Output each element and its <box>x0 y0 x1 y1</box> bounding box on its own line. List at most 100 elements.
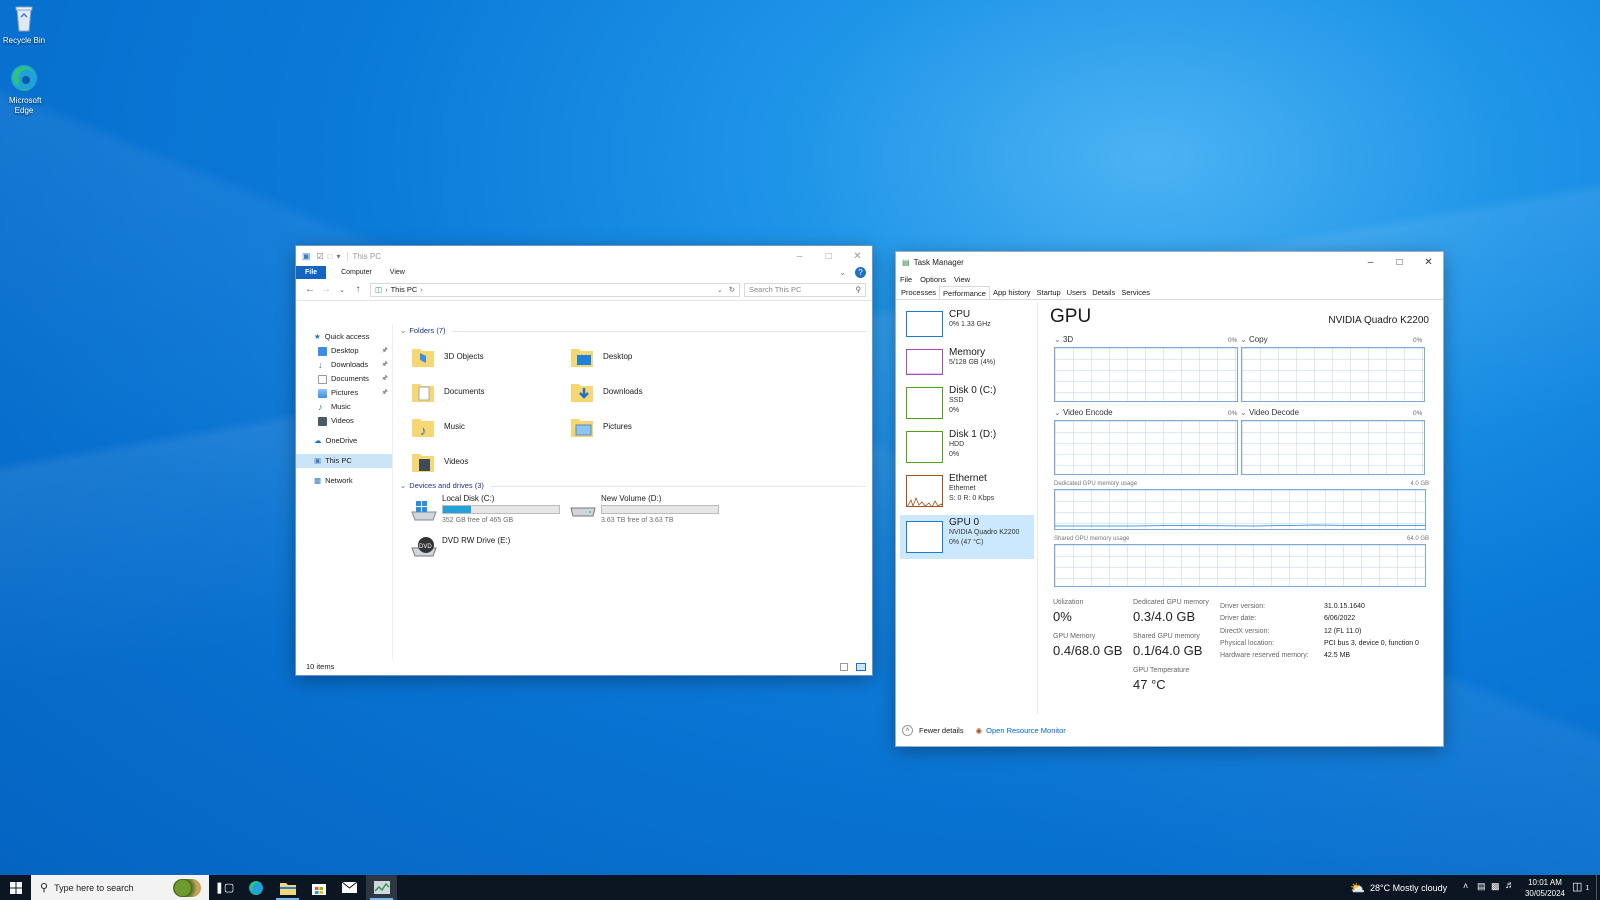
engine-copy-label[interactable]: ⌄ Copy <box>1240 335 1268 344</box>
engine-3d-label[interactable]: ⌄ 3D <box>1054 335 1073 344</box>
nav-downloads-label: Downloads <box>331 360 369 369</box>
nav-pictures[interactable]: Pictures 🖈 <box>296 386 392 400</box>
tab-processes[interactable]: Processes <box>898 286 939 299</box>
cloud-icon: ☁ <box>314 436 322 445</box>
ribbon-tab-view[interactable]: View <box>381 266 414 279</box>
nav-downloads[interactable]: ↓ Downloads 🖈 <box>296 358 392 372</box>
nav-this-pc[interactable]: ▣ This PC <box>296 454 392 468</box>
qat-newfolder-icon[interactable]: □ <box>328 252 333 261</box>
taskbar-search-placeholder: Type here to search <box>54 882 134 893</box>
breadcrumb[interactable]: This PC <box>391 285 418 294</box>
menu-file[interactable]: File <box>900 275 912 284</box>
drive-item-d[interactable]: New Volume (D:) 3.63 TB free of 3.63 TB <box>569 494 729 528</box>
menu-view[interactable]: View <box>954 275 970 284</box>
perf-item-gpu0[interactable]: GPU 0 NVIDIA Quadro K2200 0% (47 °C) <box>900 515 1034 559</box>
nav-desktop[interactable]: Desktop 🖈 <box>296 344 392 358</box>
perf-item-disk0[interactable]: Disk 0 (C:) SSD 0% <box>900 383 1034 424</box>
nav-documents[interactable]: Documents 🖈 <box>296 372 392 386</box>
tab-users[interactable]: Users <box>1064 286 1090 299</box>
folder-item[interactable]: Desktop <box>569 340 719 372</box>
volume-icon[interactable]: ♬ <box>1505 880 1515 891</box>
chevron-up-icon[interactable]: ˄ <box>1463 881 1468 891</box>
search-input[interactable]: Search This PC ⚲ <box>744 282 866 297</box>
folder-item[interactable]: 3D Objects <box>410 340 560 372</box>
taskbar-store[interactable] <box>303 875 334 900</box>
tab-details[interactable]: Details <box>1089 286 1118 299</box>
task-view-button[interactable]: ❚▢ <box>209 875 240 900</box>
open-resource-monitor-link[interactable]: Open Resource Monitor <box>986 726 1066 735</box>
folders-group-header[interactable]: ⌄ Folders (7) <box>400 324 866 338</box>
close-button[interactable]: ✕ <box>1414 257 1443 268</box>
taskbar-task-manager[interactable] <box>366 875 397 900</box>
details-view-icon[interactable] <box>840 663 848 671</box>
maximize-button[interactable]: □ <box>814 251 843 262</box>
perf-item-disk1[interactable]: Disk 1 (D:) HDD 0% <box>900 427 1034 468</box>
fewer-details-link[interactable]: Fewer details <box>919 726 964 735</box>
folder-item[interactable]: Videos <box>410 445 560 477</box>
clock[interactable]: 10:01 AM 30/05/2024 <box>1520 877 1570 899</box>
tab-startup[interactable]: Startup <box>1033 286 1063 299</box>
folder-item[interactable]: ♪ Music <box>410 410 560 442</box>
desktop-icon-edge[interactable]: Microsoft Edge <box>0 63 48 116</box>
address-bar[interactable]: ◫ › This PC › ⌄ ↻ <box>370 282 740 297</box>
help-icon[interactable]: ? <box>855 267 866 278</box>
perf-item-memory[interactable]: Memory 5/128 GB (4%) <box>900 345 1034 386</box>
search-highlight-icon[interactable] <box>173 878 201 897</box>
perf-item-ethernet[interactable]: Ethernet Ethernet S: 0 R: 0 Kbps <box>900 471 1034 512</box>
network-icon[interactable]: ▩ <box>1491 881 1500 892</box>
weather-widget[interactable]: ⛅ 28°C Mostly cloudy <box>1350 875 1447 900</box>
perf-item-detail: HDD <box>949 441 965 448</box>
ribbon-tab-file[interactable]: File <box>296 266 327 279</box>
recent-dropdown-icon[interactable]: ⌄ <box>334 286 350 294</box>
notification-center-button[interactable]: ◫ 1 <box>1572 880 1589 893</box>
ribbon-tab-computer[interactable]: Computer <box>332 266 381 279</box>
taskbar-edge[interactable] <box>240 875 271 900</box>
nav-videos[interactable]: Videos <box>296 414 392 428</box>
taskbar-file-explorer[interactable] <box>272 875 303 900</box>
folder-item[interactable]: Pictures <box>569 410 719 442</box>
taskbar-search-input[interactable]: ⚲ Type here to search <box>31 875 209 900</box>
menu-options[interactable]: Options <box>920 275 946 284</box>
tab-performance[interactable]: Performance <box>939 286 990 299</box>
perf-item-detail: SSD <box>949 397 964 404</box>
engine-encode-pct: 0% <box>1228 410 1238 417</box>
desktop-icon-recycle-bin[interactable]: Recycle Bin <box>0 3 48 46</box>
details-keys: Driver version: Driver date: DirectX versi… <box>1220 603 1309 660</box>
show-desktop-button[interactable] <box>1596 875 1600 900</box>
qat-dropdown-icon[interactable]: ▾ <box>337 252 341 261</box>
documents-folder-icon <box>410 378 436 404</box>
perf-item-cpu[interactable]: CPU 0% 1.33 GHz <box>900 307 1034 348</box>
drives-group-header[interactable]: ⌄ Devices and drives (3) <box>400 479 866 493</box>
folder-item[interactable]: Documents <box>410 375 560 407</box>
taskmgr-tabs: Processes Performance App history Startu… <box>896 286 1443 300</box>
up-arrow-icon[interactable]: ↑ <box>350 284 366 295</box>
folder-item[interactable]: Downloads <box>569 375 719 407</box>
drive-item-e[interactable]: DVD DVD RW Drive (E:) <box>410 534 570 560</box>
breadcrumb-chevron-icon[interactable]: › <box>420 285 423 294</box>
tab-services[interactable]: Services <box>1118 286 1153 299</box>
ribbon-expand-icon[interactable]: ⌄ <box>830 266 855 279</box>
tab-app-history[interactable]: App history <box>990 286 1034 299</box>
engine-decode-label[interactable]: ⌄ Video Decode <box>1240 408 1299 417</box>
minimize-button[interactable]: – <box>1356 257 1385 268</box>
taskmgr-app-icon: ▤ <box>902 257 910 267</box>
nav-onedrive[interactable]: ☁ OneDrive <box>296 434 392 448</box>
engine-encode-label[interactable]: ⌄ Video Encode <box>1054 408 1113 417</box>
drive-item-c[interactable]: Local Disk (C:) 352 GB free of 465 GB <box>410 494 570 528</box>
maximize-button[interactable]: □ <box>1385 257 1414 268</box>
forward-arrow-icon[interactable]: → <box>318 284 334 295</box>
display-icon[interactable]: ▤ <box>1477 881 1486 892</box>
qat-properties-icon[interactable]: ☑ <box>317 252 324 261</box>
minimize-button[interactable]: – <box>785 251 814 262</box>
large-icons-view-icon[interactable] <box>856 663 866 671</box>
back-arrow-icon[interactable]: ← <box>302 284 318 295</box>
refresh-icon[interactable]: ↻ <box>729 285 735 294</box>
nav-quick-access[interactable]: ★ Quick access <box>296 330 392 344</box>
taskbar-mail[interactable] <box>334 875 365 900</box>
start-button[interactable] <box>0 875 31 900</box>
nav-music[interactable]: ♪ Music <box>296 400 392 414</box>
address-dropdown-icon[interactable]: ⌄ <box>717 286 723 294</box>
close-button[interactable]: ✕ <box>843 251 872 262</box>
chevron-up-icon[interactable]: ˄ <box>902 724 913 736</box>
nav-network[interactable]: ▩ Network <box>296 474 392 488</box>
